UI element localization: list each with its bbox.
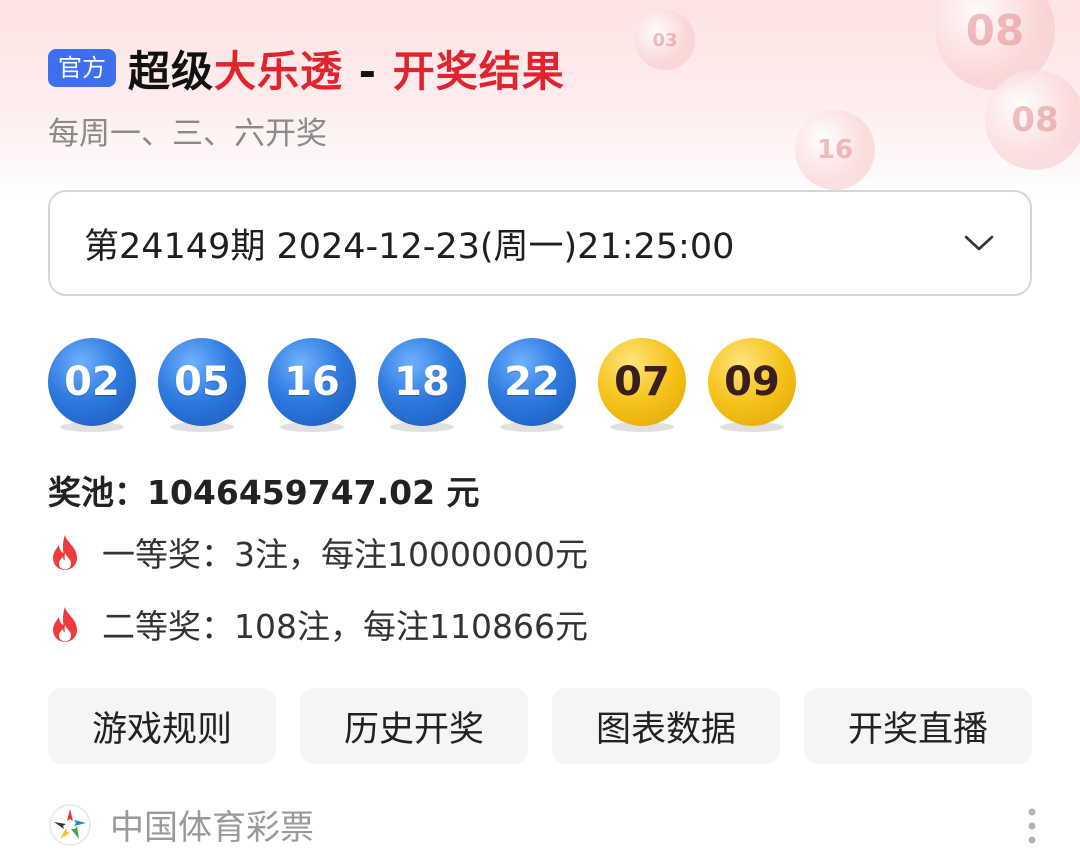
second-prize-row: 二等奖：108注，每注110866元 (48, 600, 588, 648)
source-name: 中国体育彩票 (110, 808, 314, 848)
game-rules-button[interactable]: 游戏规则 (48, 688, 276, 764)
front-ball: 22 (488, 338, 576, 438)
decorative-ball: 16 (795, 110, 875, 190)
front-ball-number: 18 (378, 338, 466, 426)
front-ball-number: 02 (48, 338, 136, 426)
back-ball-number: 07 (598, 338, 686, 426)
issue-dropdown-value: 第24149期 2024-12-23(周一)21:25:00 (84, 226, 735, 267)
back-ball: 07 (598, 338, 686, 438)
winning-numbers: 02 05 16 18 22 07 09 (48, 338, 818, 438)
issue-dropdown[interactable]: 第24149期 2024-12-23(周一)21:25:00 (48, 190, 1032, 296)
history-draws-button[interactable]: 历史开奖 (300, 688, 528, 764)
second-prize-text: 二等奖：108注，每注110866元 (102, 607, 588, 646)
title-separator: - (343, 46, 393, 96)
front-ball: 02 (48, 338, 136, 438)
chart-data-button[interactable]: 图表数据 (552, 688, 780, 764)
fire-icon (48, 533, 82, 571)
header-background: 08 03 08 16 (0, 0, 1080, 200)
front-ball-number: 22 (488, 338, 576, 426)
live-draw-button[interactable]: 开奖直播 (804, 688, 1032, 764)
front-ball: 16 (268, 338, 356, 438)
front-ball-number: 16 (268, 338, 356, 426)
decorative-ball: 03 (635, 10, 695, 70)
back-ball-number: 09 (708, 338, 796, 426)
chevron-down-icon (962, 226, 996, 260)
page-title: 超级大乐透 - 开奖结果 (128, 38, 565, 99)
front-ball: 05 (158, 338, 246, 438)
fire-icon (48, 605, 82, 643)
first-prize-text: 一等奖：3注，每注10000000元 (102, 535, 588, 574)
front-ball-number: 05 (158, 338, 246, 426)
action-buttons: 游戏规则 历史开奖 图表数据 开奖直播 (48, 688, 1032, 764)
title-suffix: 开奖结果 (392, 46, 565, 96)
title-lottery-name: 大乐透 (214, 46, 344, 96)
front-ball: 18 (378, 338, 466, 438)
draw-schedule: 每周一、三、六开奖 (48, 116, 327, 152)
back-ball: 09 (708, 338, 796, 438)
first-prize-row: 一等奖：3注，每注10000000元 (48, 528, 588, 576)
official-badge: 官方 (48, 49, 116, 87)
title-prefix: 超级 (128, 46, 215, 96)
title-row: 官方 超级大乐透 - 开奖结果 (48, 36, 565, 100)
jackpot-amount: 奖池：1046459747.02 元 (48, 473, 480, 512)
decorative-ball: 08 (985, 70, 1080, 170)
more-options-icon[interactable] (1022, 806, 1042, 846)
china-sports-lottery-logo (48, 803, 92, 847)
source-footer[interactable]: 中国体育彩票 (48, 800, 314, 849)
